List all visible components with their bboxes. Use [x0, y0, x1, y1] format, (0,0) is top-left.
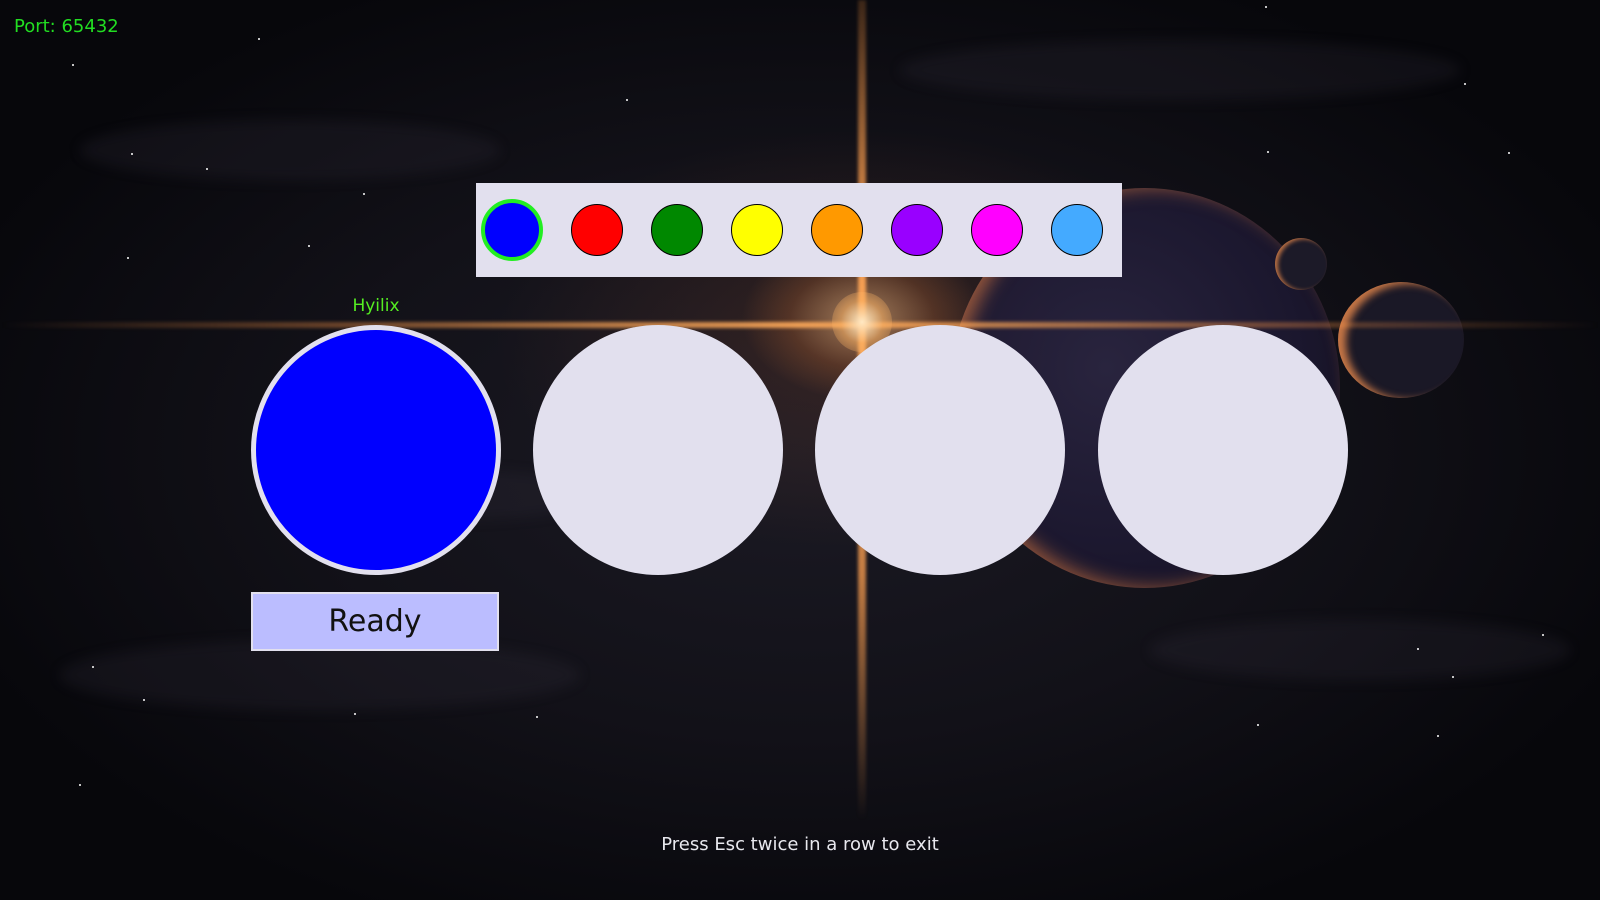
star — [72, 64, 74, 66]
port-label: Port: 65432 — [14, 16, 119, 37]
exit-hint: Press Esc twice in a row to exit — [661, 834, 939, 855]
color-swatch-sky-blue[interactable] — [1051, 204, 1103, 256]
star — [1508, 152, 1510, 154]
color-palette — [476, 183, 1122, 277]
star — [1265, 6, 1267, 8]
nebula-wisp — [1150, 620, 1570, 680]
color-swatch-green[interactable] — [651, 204, 703, 256]
nebula-wisp — [900, 40, 1460, 100]
star — [354, 713, 356, 715]
star — [626, 99, 628, 101]
star — [1464, 83, 1466, 85]
star — [1417, 648, 1419, 650]
star — [536, 716, 538, 718]
nebula-wisp — [80, 120, 500, 180]
star — [206, 168, 208, 170]
star — [92, 666, 94, 668]
lobby-screen: Port: 65432 Hyilix Ready Press Esc twice… — [0, 0, 1600, 900]
star — [1257, 724, 1259, 726]
moon-small — [1275, 238, 1327, 290]
star — [308, 245, 310, 247]
moon-medium — [1338, 282, 1464, 398]
star — [1452, 676, 1454, 678]
color-swatch-magenta[interactable] — [971, 204, 1023, 256]
star — [363, 193, 365, 195]
star — [1542, 634, 1544, 636]
star — [79, 784, 81, 786]
star — [143, 699, 145, 701]
player-name-label: Hyilix — [352, 296, 400, 316]
star — [1267, 151, 1269, 153]
color-swatch-yellow[interactable] — [731, 204, 783, 256]
star — [127, 257, 129, 259]
color-swatch-purple[interactable] — [891, 204, 943, 256]
player-slot-4 — [1098, 325, 1348, 575]
star — [258, 38, 260, 40]
star — [131, 153, 133, 155]
color-swatch-blue[interactable] — [481, 199, 543, 261]
player-slot-3 — [815, 325, 1065, 575]
player-slot-2 — [533, 325, 783, 575]
star-flare-horizontal — [0, 322, 1600, 328]
color-swatch-red[interactable] — [571, 204, 623, 256]
color-swatch-orange[interactable] — [811, 204, 863, 256]
ready-button[interactable]: Ready — [251, 592, 499, 651]
star — [1437, 735, 1439, 737]
player-slot-1 — [251, 325, 501, 575]
